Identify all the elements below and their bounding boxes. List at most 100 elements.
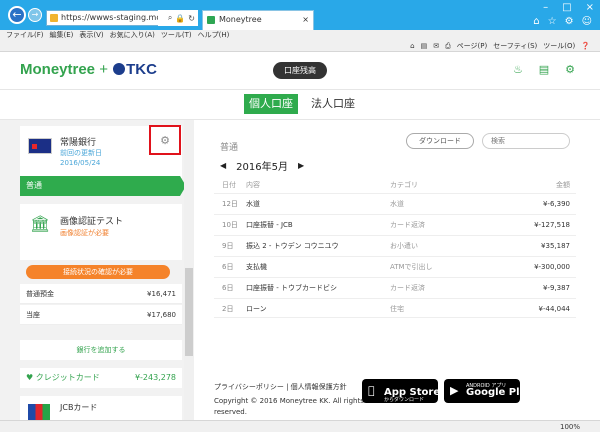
next-month-icon[interactable]: ▶ [298, 161, 304, 170]
auth-bank-name: 画像認証テスト [60, 217, 124, 227]
balance-button[interactable]: 口座残高 [273, 62, 327, 79]
tx-amount: ¥-44,044 [538, 305, 570, 313]
account-row-savings[interactable]: 普通預金 ¥16,471 [20, 284, 182, 304]
tab-personal[interactable]: 個人口座 [244, 94, 298, 114]
tx-desc: 口座振替 - JCB [246, 221, 293, 229]
credit-card-group[interactable]: ♥ クレジットカード ¥-243,278 [20, 368, 182, 388]
footer-links[interactable]: プライバシーポリシー | 個人情報保護方針 [214, 382, 347, 392]
month-navigator: ◀ 2016年5月 ▶ [220, 158, 304, 173]
smiley-icon[interactable]: ☺ [582, 16, 592, 27]
download-button[interactable]: ダウンロード [406, 133, 474, 149]
tab-moneytree[interactable]: Moneytree × [202, 10, 314, 30]
minimize-icon[interactable]: – [543, 0, 548, 16]
menu-bar: ファイル(F) 編集(E) 表示(V) お気に入り(A) ツール(T) ヘルプ(… [0, 30, 600, 40]
jcb-logo [28, 404, 50, 420]
last-updated-date: 2016/05/24 [60, 159, 101, 167]
cmd-safety[interactable]: セーフティ(S) [493, 40, 537, 52]
credit-card-label: クレジットカード [35, 373, 100, 382]
prev-month-icon[interactable]: ◀ [220, 161, 226, 170]
table-row[interactable]: 6日 支払機 ATMで引出し ¥-300,000 [214, 256, 576, 276]
tx-category: 住宅 [390, 305, 404, 313]
table-row[interactable]: 9日 振込 2 - トウデン コウニユウ お小遣い ¥35,187 [214, 235, 576, 255]
tx-desc: 水道 [246, 200, 260, 208]
last-updated-label: 前回の更新日 [60, 149, 102, 157]
tx-amount: ¥-6,390 [542, 200, 570, 208]
tx-category: カード返済 [390, 284, 425, 292]
header-desc: 内容 [246, 181, 260, 189]
tab-corporate[interactable]: 法人口座 [306, 94, 360, 114]
lock-icon[interactable]: 🔒 [175, 14, 185, 23]
card-name: JCBカード [60, 403, 98, 412]
command-bar: ⌂ ▤ ✉ ⎙ ページ(P) セーフティ(S) ツール(O) ❓ [0, 40, 600, 52]
settings-gear-icon[interactable]: ⚙ [565, 16, 574, 27]
browser-titlebar: ← → https://wwws-staging.moneytre ⌕ 🔒 ↻ … [0, 0, 600, 30]
maximize-icon[interactable]: □ [562, 0, 571, 16]
account-type-tabs: 個人口座 法人口座 [0, 90, 600, 120]
menu-favorites[interactable]: お気に入り(A) [110, 30, 155, 40]
window-controls: – □ × [543, 0, 594, 16]
address-controls: ⌕ 🔒 ↻ [158, 10, 198, 26]
add-bank-button[interactable]: 銀行を追加する [20, 340, 182, 360]
menu-file[interactable]: ファイル(F) [6, 30, 44, 40]
table-row[interactable]: 12日 水道 水道 ¥-6,390 [214, 193, 576, 213]
google-play-button[interactable]: ▶ ANDROID アプリ Google Play [444, 379, 533, 403]
connection-warning-button[interactable]: 接続状況の確認が必要 [26, 265, 170, 279]
search-input[interactable]: 検索 [482, 133, 570, 149]
favorites-star-icon[interactable]: ☆ [548, 16, 557, 27]
print-icon[interactable]: ⎙ [445, 40, 451, 52]
card-icon[interactable]: ▤ [538, 64, 550, 76]
close-tab-icon[interactable]: × [302, 11, 309, 29]
highlight-box [149, 125, 181, 155]
appstore-sub: からダウンロード [384, 397, 425, 403]
tx-amount: ¥-300,000 [534, 263, 570, 271]
account-title: 普通 [220, 143, 239, 153]
menu-help[interactable]: ヘルプ(H) [198, 30, 230, 40]
logo-partner: TKC [126, 61, 157, 78]
tx-desc: 振込 2 - トウデン コウニユウ [246, 242, 339, 250]
sidebar-scroll-thumb[interactable] [185, 268, 193, 356]
tx-amount: ¥-127,518 [534, 221, 570, 229]
refresh-icon[interactable]: ↻ [188, 14, 195, 23]
mail-icon[interactable]: ✉ [433, 40, 439, 52]
main-content: 普通 ダウンロード 検索 ◀ 2016年5月 ▶ 日付 内容 カテゴリ 金額 1… [194, 120, 600, 420]
forward-button[interactable]: → [28, 8, 42, 22]
credit-card-amount: ¥-243,278 [134, 373, 176, 382]
tkc-logo-icon [113, 63, 126, 75]
search-icon[interactable]: ⌕ [168, 13, 172, 23]
menu-edit[interactable]: 編集(E) [50, 30, 74, 40]
copyright: Copyright © 2016 Moneytree KK. All right… [214, 397, 364, 416]
tx-desc: 口座振替 - トウブカードビシ [246, 284, 337, 292]
cmd-page[interactable]: ページ(P) [457, 40, 488, 52]
settings-icon[interactable]: ⚙ [564, 64, 576, 76]
card-jcb[interactable]: JCBカード [20, 396, 182, 420]
notification-bell-icon[interactable]: ♨ [512, 64, 524, 76]
cmd-tools[interactable]: ツール(O) [543, 40, 575, 52]
menu-view[interactable]: 表示(V) [79, 30, 103, 40]
tx-category: カード返済 [390, 221, 425, 229]
home-cmd-icon[interactable]: ⌂ [410, 40, 414, 52]
tx-day: 12日 [222, 200, 238, 208]
account-name: 普通預金 [26, 290, 54, 298]
logo[interactable]: Moneytree + TKC [20, 61, 157, 78]
tx-category: お小遣い [390, 242, 418, 250]
gplay-label: Google Play [466, 387, 533, 398]
header-date: 日付 [222, 181, 236, 189]
zoom-level[interactable]: 100% [560, 421, 580, 432]
account-name: 当座 [26, 311, 40, 319]
help-icon[interactable]: ❓ [581, 40, 590, 52]
home-icon[interactable]: ⌂ [533, 16, 539, 27]
app-store-button[interactable]:  App Store からダウンロード [362, 379, 440, 403]
table-row[interactable]: 6日 口座振替 - トウブカードビシ カード返済 ¥-9,387 [214, 277, 576, 297]
tx-desc: ローン [246, 305, 267, 313]
menu-tools[interactable]: ツール(T) [161, 30, 192, 40]
bank-name: 常陽銀行 [60, 138, 97, 148]
close-window-icon[interactable]: × [586, 0, 594, 16]
selected-account-futsu[interactable]: 普通 [20, 176, 180, 196]
table-row[interactable]: 2日 ローン 住宅 ¥-44,044 [214, 298, 576, 318]
tab-title: Moneytree [219, 15, 262, 24]
auth-bank-card[interactable]: 🏛 画像認証テスト 画像認証が必要 [20, 204, 182, 260]
account-row-checking[interactable]: 当座 ¥17,680 [20, 305, 182, 325]
back-button[interactable]: ← [8, 6, 26, 24]
feeds-icon[interactable]: ▤ [421, 40, 428, 52]
table-row[interactable]: 10日 口座振替 - JCB カード返済 ¥-127,518 [214, 214, 576, 234]
